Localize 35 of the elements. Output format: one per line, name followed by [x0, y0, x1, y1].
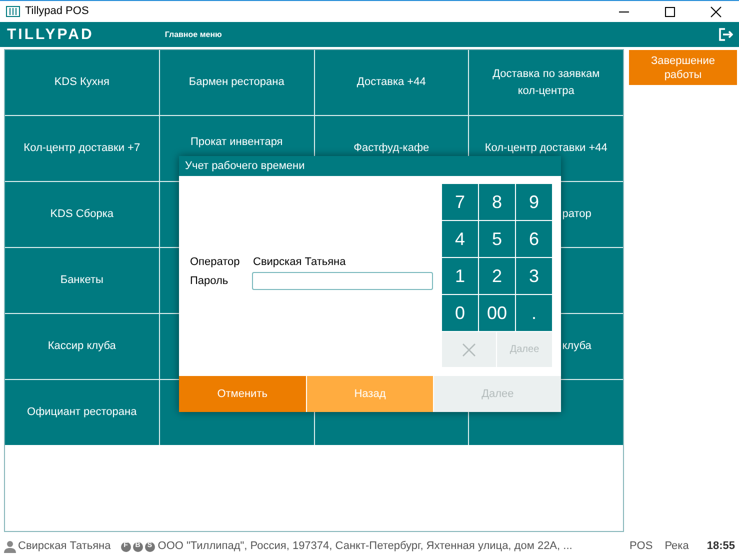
keypad-key[interactable]: .	[516, 295, 552, 331]
keypad-key[interactable]: 7	[442, 184, 478, 220]
menu-tile[interactable]: Кассир клуба	[5, 314, 159, 379]
menu-tile[interactable]: KDS Кухня	[5, 50, 159, 115]
operator-name: Свирская Татьяна	[253, 255, 346, 270]
menu-tile[interactable]: Официант ресторана	[5, 380, 159, 445]
menu-tile[interactable]: Банкеты	[5, 248, 159, 313]
screen-title: Главное меню	[164, 28, 222, 40]
window-title: Tillypad POS	[25, 4, 89, 20]
location-label: Река	[664, 539, 689, 554]
keypad-key[interactable]: 3	[516, 258, 552, 294]
menu-tile[interactable]: KDS Сборка	[5, 182, 159, 247]
field-label: Пароль	[190, 274, 230, 288]
dialog-title: Учет рабочего времени	[179, 156, 561, 176]
menu-tile[interactable]: Доставка +44	[314, 50, 468, 115]
keypad-key[interactable]: 0	[442, 295, 478, 331]
keypad-key[interactable]: 8	[479, 184, 515, 220]
keypad-key[interactable]: 00	[479, 295, 515, 331]
cancel-button[interactable]: Отменить	[179, 376, 306, 412]
keypad-key[interactable]: 9	[516, 184, 552, 220]
keypad-key[interactable]: 6	[516, 221, 552, 257]
menu-tile[interactable]: Бармен ресторана	[160, 50, 314, 115]
keypad-key[interactable]: 5	[479, 221, 515, 257]
menu-tile[interactable]: Доставка по заявкам кол-центра	[469, 50, 623, 115]
keypad-key[interactable]: 1	[442, 258, 478, 294]
user-name: Свирская Татьяна	[18, 539, 111, 554]
keypad-key[interactable]: 4	[442, 221, 478, 257]
keypad-key[interactable]: 2	[479, 258, 515, 294]
menu-tile[interactable]: Кол-центр доставки +7	[5, 116, 159, 181]
end-shift-button[interactable]: Завершение работы	[629, 50, 737, 85]
mode-label: POS	[629, 539, 653, 554]
field-label: Оператор	[190, 255, 241, 270]
clock: 18:55	[706, 539, 735, 554]
company-address: ООО "Тиллипад", Россия, 197374, Санкт-Петербург, Яхтенная улица, дом 22А, ...	[158, 539, 572, 554]
logo: TILLYPAD	[7, 26, 94, 44]
